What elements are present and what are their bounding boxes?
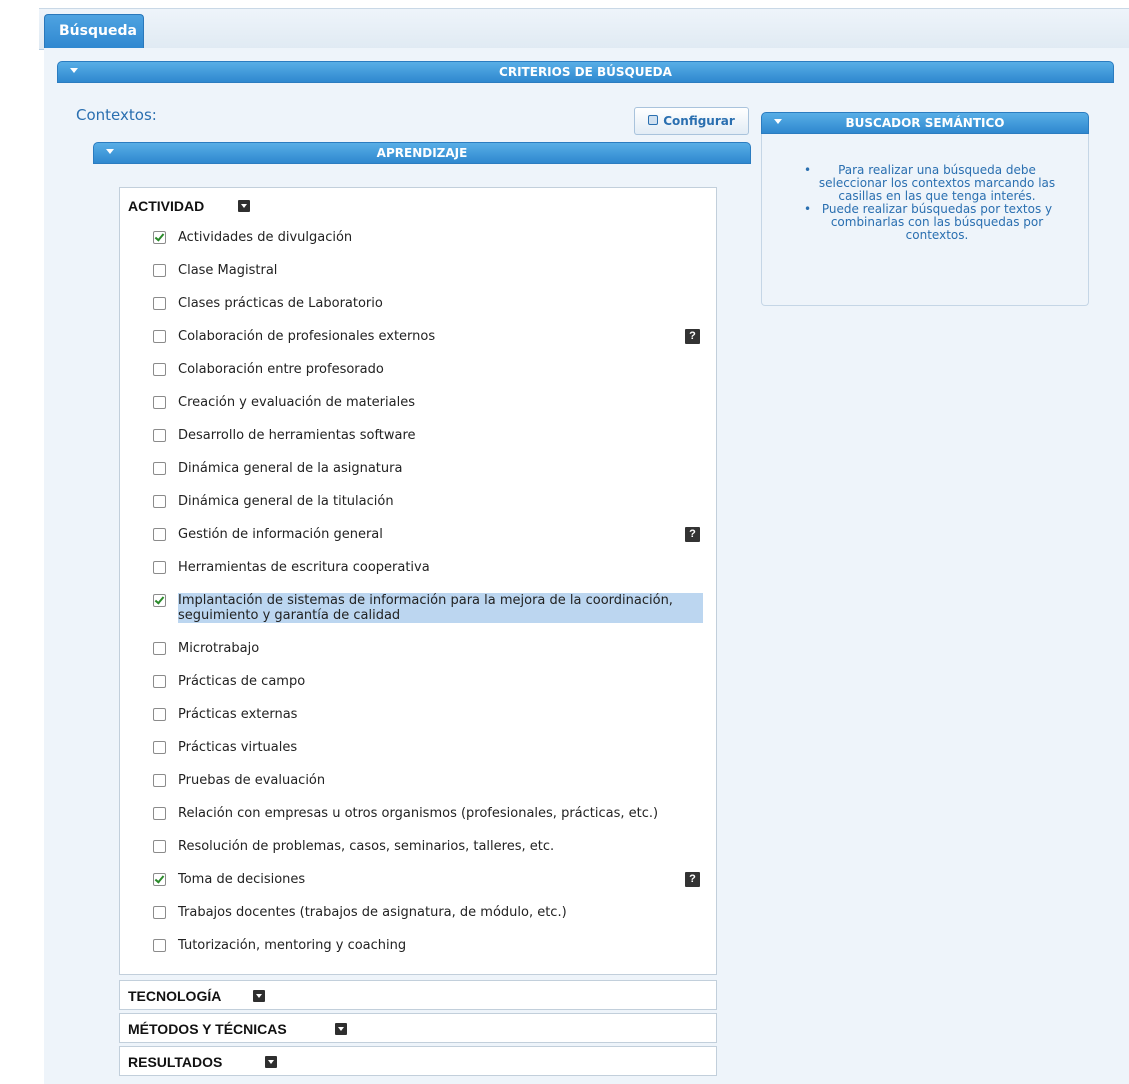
- expand-toggle-icon[interactable]: [265, 1056, 277, 1068]
- checkbox[interactable]: [153, 495, 166, 508]
- actividad-section: ACTIVIDAD Actividades de divulgación Clas…: [119, 187, 717, 975]
- checkbox-label: Pruebas de evaluación: [178, 773, 326, 788]
- expand-toggle-icon[interactable]: [253, 990, 265, 1002]
- section-title-actividad[interactable]: ACTIVIDAD: [128, 198, 250, 214]
- collapse-caret-icon: [774, 119, 782, 124]
- section-title-text: MÉTODOS Y TÉCNICAS: [128, 1021, 287, 1037]
- section-title-text: TECNOLOGÍA: [128, 988, 222, 1004]
- buscador-header[interactable]: BUSCADOR SEMÁNTICO: [761, 112, 1089, 134]
- criterios-header[interactable]: CRITERIOS DE BÚSQUEDA: [57, 61, 1114, 83]
- checkbox-label: Trabajos docentes (trabajos de asignatur…: [178, 905, 567, 920]
- checkbox[interactable]: [153, 528, 166, 541]
- expand-toggle-icon[interactable]: [238, 200, 250, 212]
- gear-icon: [648, 115, 659, 125]
- checkbox-label: Gestión de información general: [178, 527, 383, 542]
- checkbox[interactable]: [153, 873, 166, 886]
- checkbox-label: Microtrabajo: [178, 641, 260, 656]
- checkbox-label: Creación y evaluación de materiales: [178, 395, 415, 410]
- aprendizaje-header[interactable]: APRENDIZAJE: [93, 142, 751, 164]
- tab-busqueda[interactable]: Búsqueda: [44, 14, 144, 50]
- section-title-tecnologia: TECNOLOGÍA: [128, 988, 265, 1004]
- checkbox[interactable]: [153, 363, 166, 376]
- checkbox[interactable]: [153, 774, 166, 787]
- configurar-label: Configurar: [663, 114, 735, 128]
- search-content: CRITERIOS DE BÚSQUEDA Contextos: Configu…: [44, 48, 1129, 1084]
- collapse-caret-icon: [70, 68, 78, 73]
- checkbox[interactable]: [153, 906, 166, 919]
- contextos-label: Contextos:: [76, 106, 157, 124]
- checkbox-label: Relación con empresas u otros organismos…: [178, 806, 659, 821]
- checkbox-label: Colaboración entre profesorado: [178, 362, 384, 377]
- section-title-resultados: RESULTADOS: [128, 1054, 277, 1070]
- section-resultados[interactable]: RESULTADOS: [119, 1046, 717, 1076]
- checkbox-label: Implantación de sistemas de información …: [178, 593, 703, 623]
- section-metodos-tecnicas[interactable]: MÉTODOS Y TÉCNICAS: [119, 1013, 717, 1043]
- buscador-body: Para realizar una búsqueda debe seleccio…: [761, 134, 1089, 306]
- checkbox-label: Clase Magistral: [178, 263, 278, 278]
- section-title-text: RESULTADOS: [128, 1054, 223, 1070]
- section-tecnologia[interactable]: TECNOLOGÍA: [119, 980, 717, 1010]
- buscador-tips: Para realizar una búsqueda debe seleccio…: [804, 164, 1062, 242]
- checkbox-label: Tutorización, mentoring y coaching: [178, 938, 407, 953]
- checkbox-label: Clases prácticas de Laboratorio: [178, 296, 383, 311]
- checkbox-label: Herramientas de escritura cooperativa: [178, 560, 430, 575]
- aprendizaje-title: APRENDIZAJE: [376, 146, 468, 160]
- checkbox[interactable]: [153, 231, 166, 244]
- buscador-tip: Para realizar una búsqueda debe seleccio…: [804, 164, 1062, 203]
- checkbox-label: Dinámica general de la titulación: [178, 494, 394, 509]
- page: Búsqueda CRITERIOS DE BÚSQUEDA Contextos…: [39, 0, 1129, 1084]
- buscador-tip: Puede realizar búsquedas por textos y co…: [804, 203, 1062, 242]
- checkbox[interactable]: [153, 807, 166, 820]
- checkbox[interactable]: [153, 675, 166, 688]
- expand-toggle-icon[interactable]: [335, 1023, 347, 1035]
- checkbox[interactable]: [153, 642, 166, 655]
- checkbox-label: Prácticas externas: [178, 707, 298, 722]
- checkbox[interactable]: [153, 264, 166, 277]
- checkbox[interactable]: [153, 708, 166, 721]
- configurar-button[interactable]: Configurar: [634, 107, 749, 135]
- help-icon[interactable]: ?: [685, 527, 700, 542]
- checkbox[interactable]: [153, 741, 166, 754]
- section-title-metodos: MÉTODOS Y TÉCNICAS: [128, 1021, 347, 1037]
- criterios-title: CRITERIOS DE BÚSQUEDA: [499, 65, 672, 79]
- checkbox[interactable]: [153, 429, 166, 442]
- checkbox-label: Resolución de problemas, casos, seminari…: [178, 839, 555, 854]
- help-icon[interactable]: ?: [685, 329, 700, 344]
- tab-bar: Búsqueda: [39, 8, 1129, 50]
- buscador-title: BUSCADOR SEMÁNTICO: [845, 116, 1005, 130]
- checkbox[interactable]: [153, 396, 166, 409]
- checkbox-label: Prácticas virtuales: [178, 740, 298, 755]
- checkbox[interactable]: [153, 462, 166, 475]
- checkbox[interactable]: [153, 939, 166, 952]
- checkbox-label: Dinámica general de la asignatura: [178, 461, 403, 476]
- section-title-text: ACTIVIDAD: [128, 198, 205, 214]
- help-icon[interactable]: ?: [685, 872, 700, 887]
- checkbox-label: Toma de decisiones: [178, 872, 306, 887]
- checkbox-label: Desarrollo de herramientas software: [178, 428, 416, 443]
- checkbox-label: Prácticas de campo: [178, 674, 306, 689]
- checkbox[interactable]: [153, 840, 166, 853]
- checkbox[interactable]: [153, 330, 166, 343]
- checkbox[interactable]: [153, 297, 166, 310]
- checkbox-label: Actividades de divulgación: [178, 230, 353, 245]
- checkbox[interactable]: [153, 561, 166, 574]
- left-margin: [0, 0, 39, 1084]
- checkbox-label: Colaboración de profesionales externos: [178, 329, 436, 344]
- collapse-caret-icon: [106, 149, 114, 154]
- checkbox[interactable]: [153, 594, 166, 607]
